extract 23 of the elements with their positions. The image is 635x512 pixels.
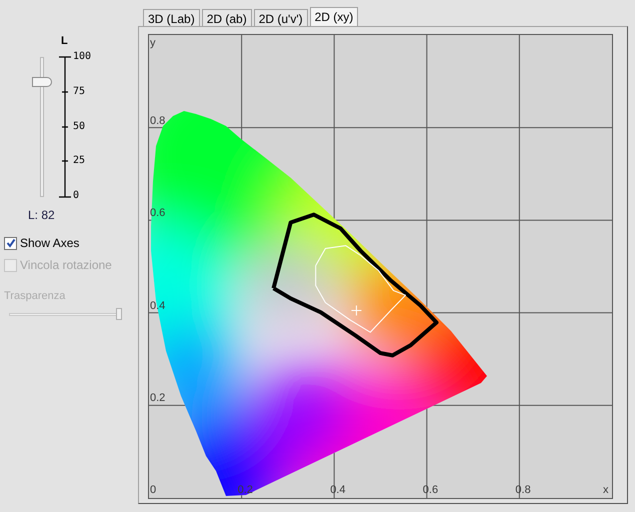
tick-label: 0.2 [238,485,253,496]
tab[interactable]: 3D (Lab) [143,9,200,26]
checkbox-label: Show Axes [20,237,80,249]
tab[interactable]: 2D (ab) [202,9,252,26]
center-marker [350,304,362,316]
scale-label: 0 [73,191,80,201]
tick-label: 0 [150,485,156,496]
tab[interactable]: 2D (xy) [310,7,358,26]
checkbox-label: Vincola rotazione [20,259,112,271]
axis-label: L [61,36,68,47]
scale-label: 75 [73,87,86,97]
tick-label: 0.8 [150,116,166,127]
axis-label: x [603,485,608,496]
scale-label: 25 [73,156,86,166]
tab[interactable]: 2D (u'v') [254,9,308,26]
slider-thumb[interactable] [32,77,52,88]
tick-label: 0.2 [150,393,166,404]
scale-label: 50 [73,122,86,132]
lightness-reading: L: 82 [28,209,55,221]
axis-label: y [150,38,156,49]
checkbox[interactable] [4,236,17,250]
transparency-label: Trasparenza [4,291,66,302]
scale-label: 100 [73,52,92,62]
